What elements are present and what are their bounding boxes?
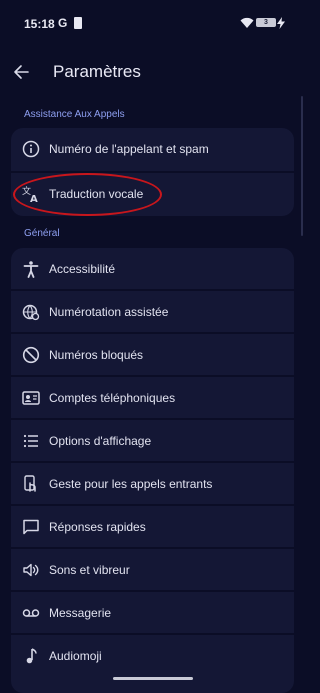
message-icon — [21, 517, 41, 537]
settings-item-accessibility[interactable]: Accessibilité — [11, 248, 294, 291]
assisted-dialing-icon — [21, 302, 41, 322]
settings-item-display-options[interactable]: Options d'affichage — [11, 420, 294, 463]
settings-item-label: Numérotation assistée — [49, 305, 169, 319]
page-title: Paramètres — [53, 62, 141, 81]
settings-item-label: Réponses rapides — [49, 520, 146, 534]
back-button[interactable] — [10, 61, 32, 83]
status-bar: 15:18 G 3 — [0, 0, 305, 44]
phone-account-icon — [21, 388, 41, 408]
translate-icon: 文 A — [21, 184, 41, 204]
settings-item-audiomoji[interactable]: Audiomoji — [11, 635, 294, 678]
settings-item-phone-accounts[interactable]: Comptes téléphoniques — [11, 377, 294, 420]
info-icon — [21, 139, 41, 159]
settings-item-quick-responses[interactable]: Réponses rapides — [11, 506, 294, 549]
settings-item-label: Numéros bloqués — [49, 348, 144, 362]
charging-icon — [277, 16, 285, 34]
sim-card-icon — [74, 17, 82, 29]
settings-item-label: Sons et vibreur — [49, 563, 130, 577]
settings-item-caller-id-spam[interactable]: Numéro de l'appelant et spam — [11, 128, 294, 171]
volume-icon — [21, 560, 41, 580]
settings-item-label: Accessibilité — [49, 262, 116, 276]
top-app-bar: Paramètres — [0, 50, 305, 94]
music-note-icon — [21, 646, 41, 666]
wifi-icon — [240, 16, 254, 34]
settings-item-sounds-vibration[interactable]: Sons et vibreur — [11, 549, 294, 592]
voicemail-icon — [21, 603, 41, 623]
scrollbar[interactable] — [301, 96, 303, 236]
home-indicator[interactable] — [113, 677, 193, 680]
settings-item-assisted-dialing[interactable]: Numérotation assistée — [11, 291, 294, 334]
settings-item-voice-translation[interactable]: 文 A Traduction vocale — [11, 173, 294, 216]
arrow-left-icon — [14, 65, 29, 79]
settings-item-incoming-call-gesture[interactable]: Geste pour les appels entrants — [11, 463, 294, 506]
general-card: Accessibilité Numérotation assistée Numé… — [11, 248, 294, 693]
settings-item-label: Traduction vocale — [49, 187, 144, 201]
section-header-call-assist: Assistance Aux Appels — [24, 109, 125, 120]
accessibility-icon — [21, 259, 41, 279]
call-assist-card: Numéro de l'appelant et spam 文 A Traduct… — [11, 128, 294, 216]
settings-item-label: Geste pour les appels entrants — [49, 477, 213, 491]
google-app-icon: G — [58, 16, 68, 30]
settings-item-blocked-numbers[interactable]: Numéros bloqués — [11, 334, 294, 377]
settings-item-label: Audiomoji — [49, 649, 102, 663]
settings-item-label: Numéro de l'appelant et spam — [49, 142, 209, 156]
svg-text:A: A — [30, 194, 38, 203]
battery-icon: 3 — [256, 18, 276, 27]
gesture-icon — [21, 474, 41, 494]
settings-item-label: Messagerie — [49, 606, 112, 620]
settings-item-label: Comptes téléphoniques — [49, 391, 176, 405]
list-icon — [21, 431, 41, 451]
settings-item-label: Options d'affichage — [49, 434, 152, 448]
block-icon — [21, 345, 41, 365]
status-time: 15:18 — [24, 17, 55, 31]
settings-item-voicemail[interactable]: Messagerie — [11, 592, 294, 635]
section-header-general: Général — [24, 228, 60, 239]
